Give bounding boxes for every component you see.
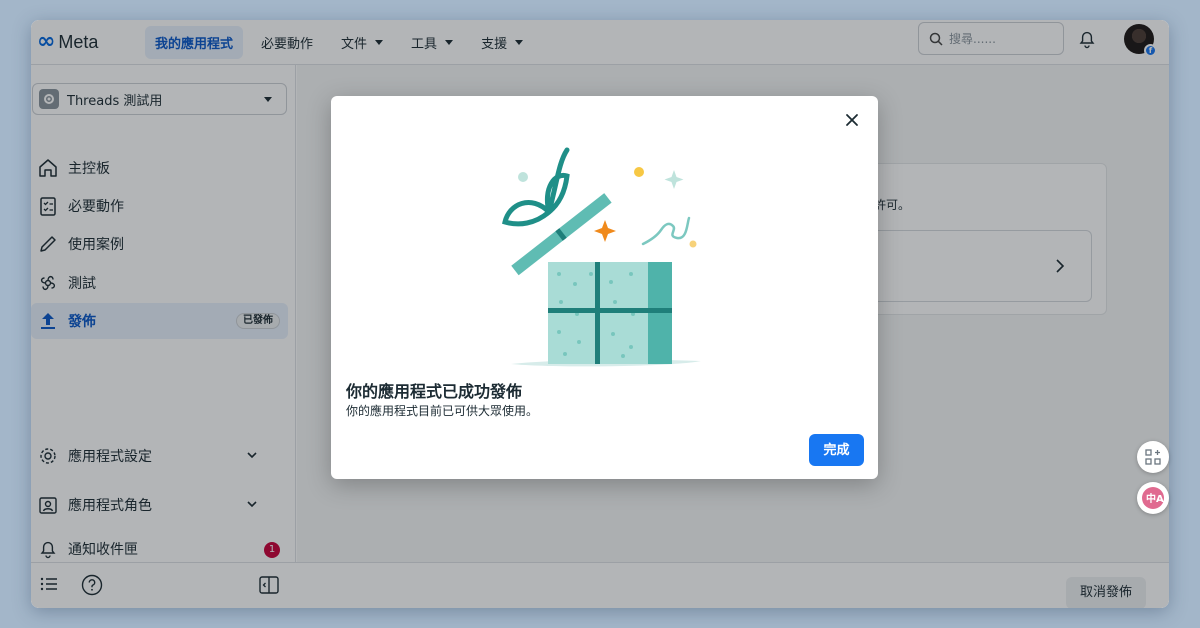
dialog-subtitle: 你的應用程式目前已可供大眾使用。: [346, 404, 539, 418]
sparkle-orange: [594, 220, 616, 242]
gift-bow: [502, 147, 570, 227]
confetti-dot: [518, 172, 528, 182]
gift-ribbon-horizontal: [548, 308, 672, 313]
dialog-title: 你的應用程式已成功發佈: [346, 382, 523, 401]
svg-text:中A: 中A: [1146, 492, 1164, 505]
translate-icon[interactable]: 中A: [1137, 482, 1169, 514]
done-button[interactable]: 完成: [809, 434, 864, 466]
widget-grid-icon[interactable]: [1137, 441, 1169, 473]
sparkle-teal: [664, 170, 684, 189]
close-icon[interactable]: [842, 110, 862, 130]
gift-illustration: [502, 147, 701, 367]
publish-success-dialog: 你的應用程式已成功發佈 你的應用程式目前已可供大眾使用。 完成: [331, 96, 878, 479]
confetti-dot: [634, 167, 644, 177]
confetti-squiggle: [641, 216, 691, 246]
confetti-dot: [689, 240, 697, 248]
